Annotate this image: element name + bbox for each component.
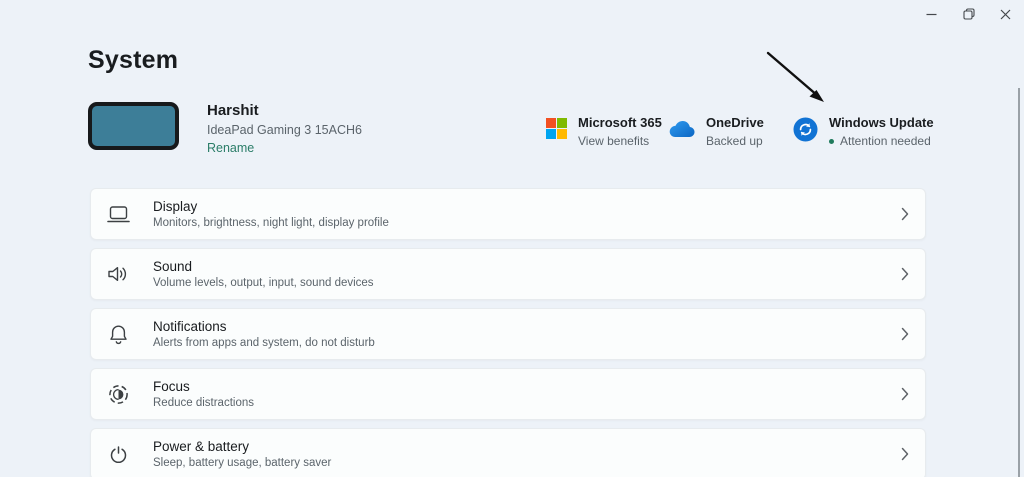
windows-update-subtitle: Attention needed: [829, 134, 934, 148]
microsoft-logo-icon: [546, 118, 567, 139]
minimize-icon: [926, 13, 937, 15]
row-title: Focus: [153, 379, 190, 394]
onedrive-card[interactable]: OneDrive Backed up: [668, 115, 764, 148]
device-name: Harshit: [207, 102, 259, 119]
settings-row-notifications[interactable]: Notifications Alerts from apps and syste…: [90, 308, 926, 360]
microsoft365-subtitle: View benefits: [578, 134, 650, 148]
settings-window: System Harshit IdeaPad Gaming 3 15ACH6 R…: [0, 0, 1024, 477]
annotation-arrow: [766, 51, 824, 102]
minimize-button[interactable]: [913, 0, 950, 28]
row-title: Notifications: [153, 319, 227, 334]
device-thumbnail: [88, 102, 179, 150]
windows-update-status-text: Attention needed: [840, 134, 931, 148]
microsoft365-title: Microsoft 365: [578, 115, 662, 130]
settings-row-display[interactable]: Display Monitors, brightness, night ligh…: [90, 188, 926, 240]
titlebar: [913, 0, 1024, 28]
chevron-right-icon: [901, 447, 909, 461]
notifications-bell-icon: [106, 324, 130, 345]
close-button[interactable]: [987, 0, 1024, 28]
attention-status-dot: [829, 138, 834, 144]
display-icon: [106, 205, 130, 224]
sound-icon: [106, 264, 130, 284]
row-title: Power & battery: [153, 439, 250, 454]
vertical-scrollbar[interactable]: [1018, 88, 1020, 477]
windows-update-title: Windows Update: [829, 115, 934, 130]
onedrive-subtitle: Backed up: [706, 134, 763, 148]
row-subtitle: Reduce distractions: [153, 397, 254, 409]
windows-update-sync-icon: [793, 117, 818, 142]
row-subtitle: Sleep, battery usage, battery saver: [153, 457, 332, 469]
power-icon: [106, 444, 130, 465]
row-subtitle: Monitors, brightness, night light, displ…: [153, 217, 389, 229]
device-model: IdeaPad Gaming 3 15ACH6: [207, 123, 362, 137]
rename-link[interactable]: Rename: [207, 141, 362, 155]
settings-list: Display Monitors, brightness, night ligh…: [90, 188, 926, 477]
page-title: System: [88, 46, 179, 74]
chevron-right-icon: [901, 327, 909, 341]
row-title: Sound: [153, 259, 193, 274]
restore-icon: [962, 8, 975, 20]
row-subtitle: Volume levels, output, input, sound devi…: [153, 277, 374, 289]
settings-row-focus[interactable]: Focus Reduce distractions: [90, 368, 926, 420]
onedrive-title: OneDrive: [706, 115, 764, 130]
close-icon: [1000, 9, 1011, 19]
focus-icon: [106, 384, 130, 405]
row-subtitle: Alerts from apps and system, do not dist…: [153, 337, 375, 349]
row-title: Display: [153, 199, 198, 214]
chevron-right-icon: [901, 387, 909, 401]
microsoft365-card[interactable]: Microsoft 365 View benefits: [546, 115, 662, 148]
windows-update-card[interactable]: Windows Update Attention needed: [793, 115, 934, 148]
onedrive-cloud-icon: [669, 121, 695, 137]
device-header: Harshit IdeaPad Gaming 3 15ACH6 Rename: [88, 102, 362, 155]
restore-button[interactable]: [950, 0, 987, 28]
settings-row-power-battery[interactable]: Power & battery Sleep, battery usage, ba…: [90, 428, 926, 477]
chevron-right-icon: [901, 207, 909, 221]
chevron-right-icon: [901, 267, 909, 281]
settings-row-sound[interactable]: Sound Volume levels, output, input, soun…: [90, 248, 926, 300]
